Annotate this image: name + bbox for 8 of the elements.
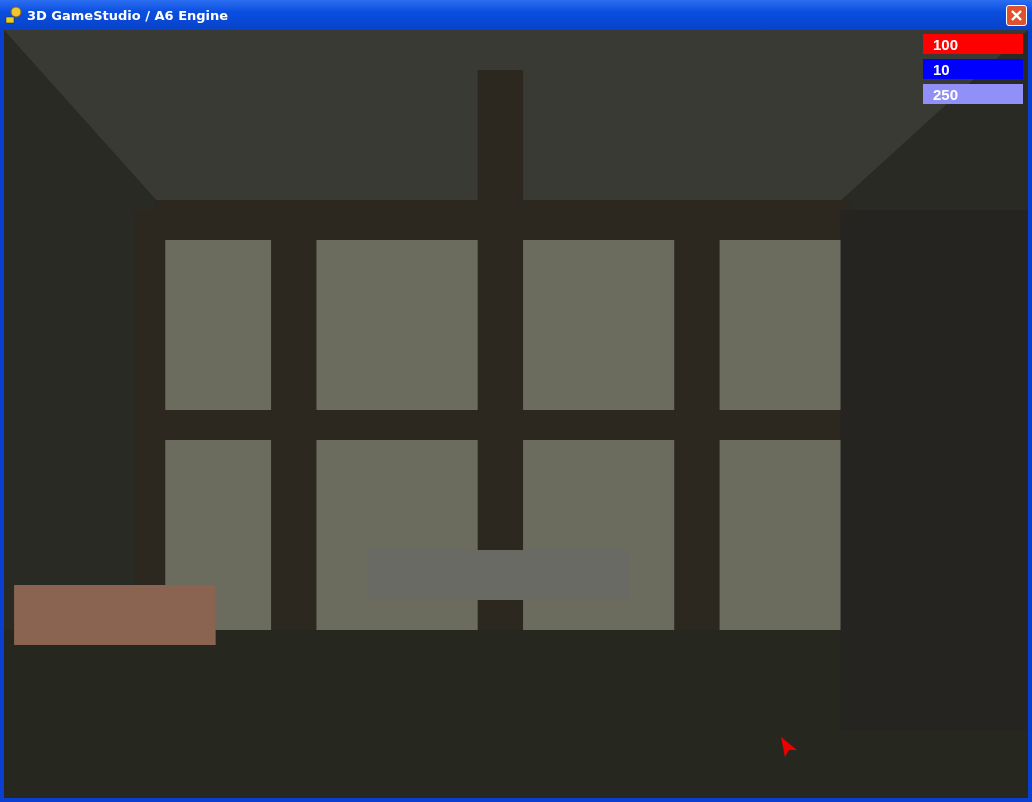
- close-icon: [1010, 8, 1023, 22]
- close-button[interactable]: [1006, 4, 1027, 26]
- stat-value: 250: [933, 85, 959, 103]
- window-title: 3D GameStudio / A6 Engine: [27, 7, 230, 23]
- app-icon: [5, 6, 23, 24]
- cursor-icon: [780, 736, 798, 758]
- stat-value: 100: [933, 35, 959, 53]
- stat-value: 10: [933, 60, 950, 78]
